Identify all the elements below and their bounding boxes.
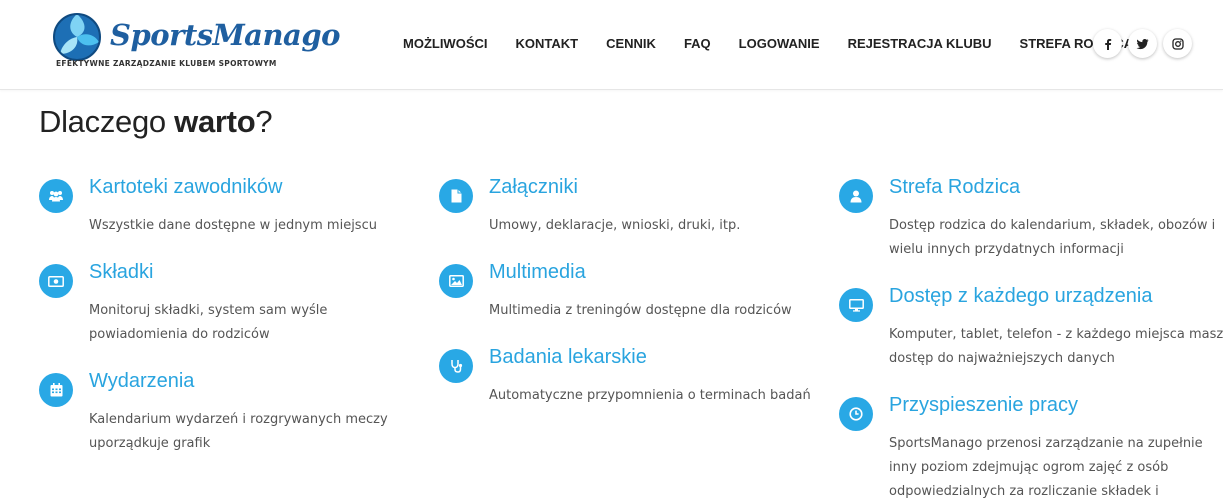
nav-item-logowanie[interactable]: LOGOWANIE (739, 34, 820, 54)
stethoscope-icon (439, 349, 473, 383)
instagram-button[interactable] (1163, 29, 1192, 58)
feature-desc: Wszystkie dane dostępne w jednym miejscu (89, 218, 377, 233)
calendar-icon (39, 373, 73, 407)
title-prefix: Dlaczego (39, 104, 175, 139)
clock-icon (839, 397, 873, 431)
twitter-icon (1136, 38, 1149, 49)
image-icon (439, 264, 473, 298)
feature-desc: Multimedia z treningów dostępne dla rodz… (489, 303, 792, 318)
feature-title[interactable]: Multimedia (489, 261, 586, 284)
feature-title[interactable]: Załączniki (489, 176, 578, 199)
feature-title[interactable]: Badania lekarskie (489, 346, 647, 369)
page-title: Dlaczego warto? (39, 104, 273, 140)
nav-item-cennik[interactable]: CENNIK (606, 34, 656, 54)
desktop-icon (839, 288, 873, 322)
logo[interactable]: SportsManago EFEKTYWNE ZARZĄDZANIE KLUBE… (52, 12, 340, 72)
feature-title[interactable]: Kartoteki zawodników (89, 176, 282, 199)
nav-item-kontakt[interactable]: KONTAKT (516, 34, 579, 54)
file-icon (439, 179, 473, 213)
feature-desc: Monitoruj składki, system sam wyśle powi… (89, 303, 328, 342)
twitter-button[interactable] (1128, 29, 1157, 58)
logo-name: SportsManago (110, 18, 340, 52)
feature-desc: Kalendarium wydarzeń i rozgrywanych mecz… (89, 412, 388, 451)
logo-tagline: EFEKTYWNE ZARZĄDZANIE KLUBEM SPORTOWYM (56, 59, 277, 68)
feature-title[interactable]: Dostęp z każdego urządzenia (889, 285, 1153, 308)
main-nav: MOŻLIWOŚCI KONTAKT CENNIK FAQ LOGOWANIE … (390, 34, 1161, 54)
facebook-button[interactable] (1093, 29, 1122, 58)
feature-desc: Komputer, tablet, telefon - z każdego mi… (889, 327, 1223, 366)
title-bold: warto (174, 104, 256, 139)
feature-desc: Automatyczne przypomnienia o terminach b… (489, 388, 811, 403)
nav-item-rejestracja-klubu[interactable]: REJESTRACJA KLUBU (848, 34, 992, 54)
money-icon (39, 264, 73, 298)
feature-title[interactable]: Strefa Rodzica (889, 176, 1020, 199)
facebook-icon (1104, 38, 1111, 50)
user-icon (839, 179, 873, 213)
logo-ball-icon (53, 13, 101, 61)
feature-title[interactable]: Składki (89, 261, 153, 284)
feature-title[interactable]: Wydarzenia (89, 370, 194, 393)
feature-title[interactable]: Przyspieszenie pracy (889, 394, 1078, 417)
feature-desc: SportsManago przenosi zarządzanie na zup… (889, 436, 1203, 498)
title-suffix: ? (255, 104, 273, 139)
feature-desc: Dostęp rodzica do kalendarium, składek, … (889, 218, 1216, 257)
nav-item-mozliwosci[interactable]: MOŻLIWOŚCI (403, 34, 488, 54)
nav-item-faq[interactable]: FAQ (684, 34, 711, 54)
feature-desc: Umowy, deklaracje, wnioski, druki, itp. (489, 218, 741, 233)
site-header: SportsManago EFEKTYWNE ZARZĄDZANIE KLUBE… (0, 0, 1223, 90)
users-icon (39, 179, 73, 213)
instagram-icon (1171, 37, 1184, 50)
